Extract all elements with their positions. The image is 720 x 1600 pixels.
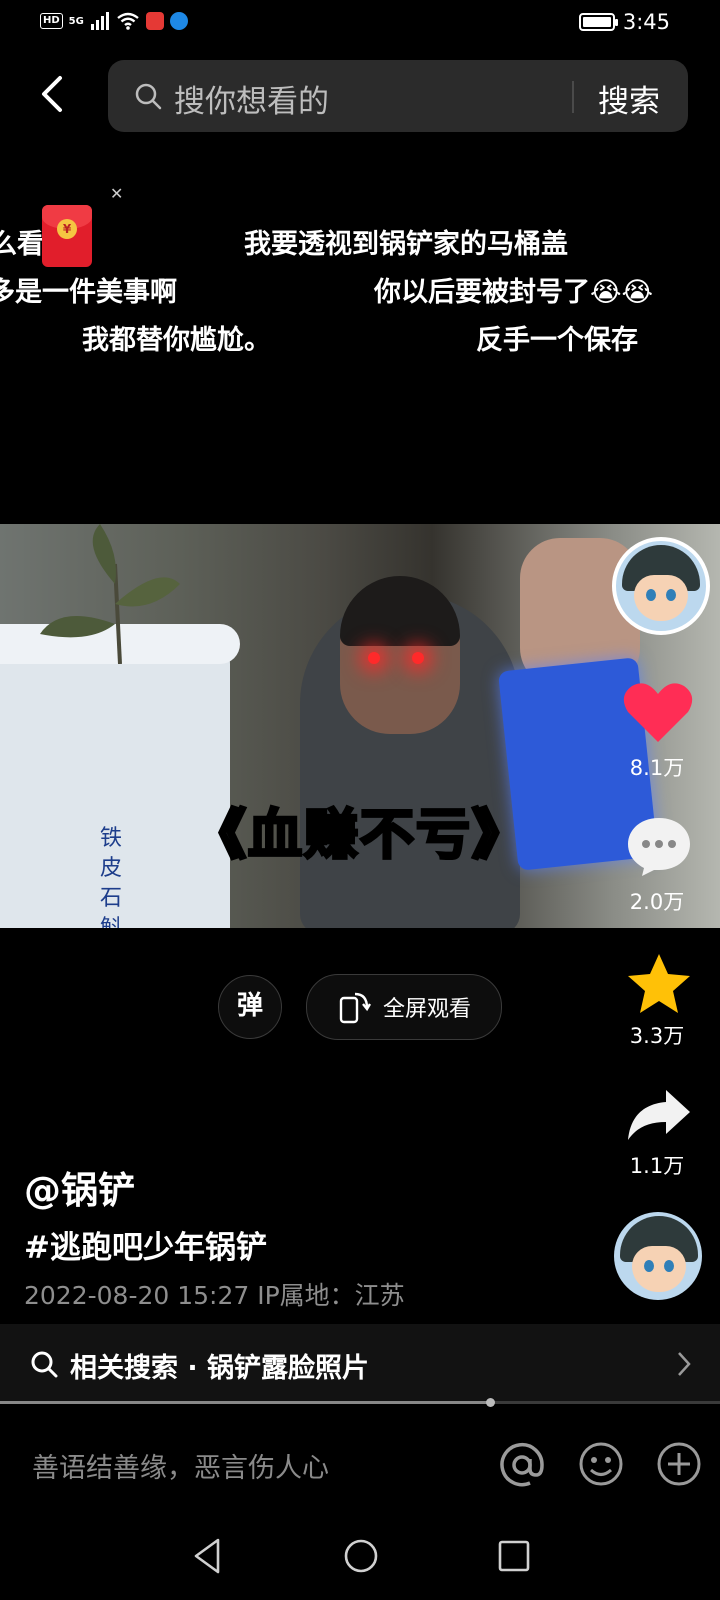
- red-packet-icon[interactable]: ¥: [42, 205, 92, 267]
- danmaku-item: 我要透视到锅铲家的马桶盖: [244, 229, 568, 260]
- search-icon: [31, 1351, 58, 1378]
- fullscreen-button[interactable]: 全屏观看: [306, 974, 502, 1040]
- like-icon[interactable]: [622, 680, 694, 746]
- related-search-text: 相关搜索 · 锅铲露脸照片: [70, 1353, 370, 1384]
- video-progress-bar[interactable]: [0, 1398, 720, 1407]
- status-left: HD 5G: [40, 12, 188, 30]
- progress-fill: [0, 1401, 490, 1404]
- post-meta: 2022-08-20 15:27 IP属地：江苏: [24, 1281, 405, 1310]
- back-arrow-icon: [42, 76, 62, 112]
- hd-badge: HD: [40, 13, 63, 29]
- share-icon[interactable]: [626, 1086, 692, 1142]
- search-button[interactable]: 搜索: [598, 76, 660, 121]
- status-bar: HD 5G 3:45: [0, 0, 720, 48]
- signal-label: 5G: [68, 15, 84, 27]
- rotate-screen-icon: [339, 992, 371, 1024]
- glowing-eye: [368, 652, 380, 664]
- danmaku-item: 我都替你尴尬。: [82, 325, 271, 356]
- status-time: 3:45: [622, 10, 670, 34]
- danmaku-toggle-button[interactable]: 弹: [218, 975, 282, 1039]
- notification-app-icon-red: [145, 12, 164, 30]
- red-packet-close-icon[interactable]: ✕: [110, 184, 123, 203]
- nav-back-icon[interactable]: [190, 1536, 224, 1576]
- progress-knob[interactable]: [485, 1398, 495, 1407]
- comment-icon[interactable]: [624, 814, 694, 878]
- nav-recents-icon[interactable]: [496, 1536, 532, 1576]
- wifi-icon: [117, 12, 139, 30]
- signal-icon: [90, 12, 109, 30]
- danmaku-item: 你以后要被封号了😭😭: [374, 277, 654, 308]
- comment-count: 2.0万: [629, 890, 685, 914]
- at-mention-icon[interactable]: [498, 1441, 546, 1489]
- search-bar[interactable]: 搜你想看的 搜索: [108, 60, 688, 132]
- chevron-right-icon: [678, 1352, 691, 1376]
- music-disc-avatar[interactable]: [614, 1212, 702, 1300]
- add-icon[interactable]: [656, 1441, 702, 1487]
- back-button[interactable]: [28, 70, 76, 118]
- share-count: 1.1万: [629, 1154, 685, 1178]
- battery-icon: [578, 13, 618, 31]
- emoji-icon[interactable]: [578, 1441, 624, 1487]
- search-divider: [572, 81, 574, 113]
- star-icon[interactable]: [626, 952, 692, 1016]
- favorite-count: 3.3万: [629, 1024, 685, 1048]
- danmaku-item: 反手一个保存: [476, 325, 638, 356]
- video-subtitle: 《血赚不亏》: [191, 802, 528, 868]
- status-right: 3:45: [578, 10, 670, 34]
- hashtag[interactable]: #逃跑吧少年锅铲: [24, 1222, 267, 1267]
- like-count: 8.1万: [629, 756, 685, 780]
- search-input[interactable]: 搜你想看的: [174, 76, 329, 121]
- danmaku-item: 多是一件美事啊: [0, 277, 177, 308]
- related-search-bar[interactable]: 相关搜索 · 锅铲露脸照片: [0, 1324, 720, 1404]
- plant-icon: [40, 524, 180, 664]
- comment-input[interactable]: 善语结善缘，恶言伤人心: [32, 1446, 329, 1485]
- glowing-eye: [412, 652, 424, 664]
- author-name[interactable]: @锅铲: [24, 1160, 135, 1214]
- author-avatar[interactable]: [612, 537, 710, 635]
- nav-home-icon[interactable]: [342, 1536, 380, 1576]
- notification-app-icon-blue: [169, 12, 188, 30]
- fullscreen-label: 全屏观看: [382, 997, 471, 1022]
- search-icon: [135, 83, 162, 110]
